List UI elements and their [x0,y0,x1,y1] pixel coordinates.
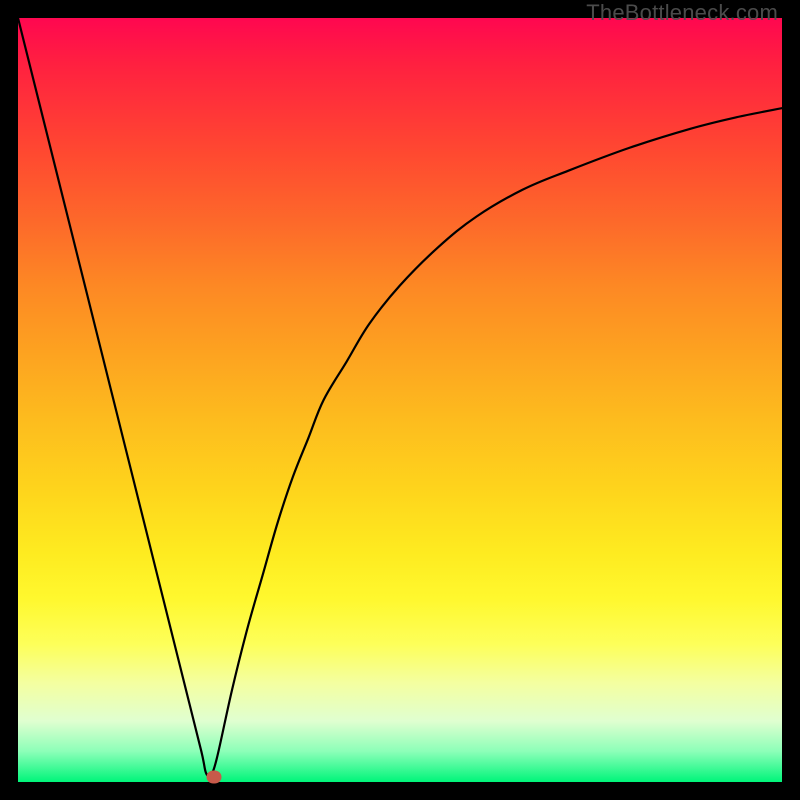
plot-area [18,18,782,782]
chart-frame: TheBottleneck.com [0,0,800,800]
